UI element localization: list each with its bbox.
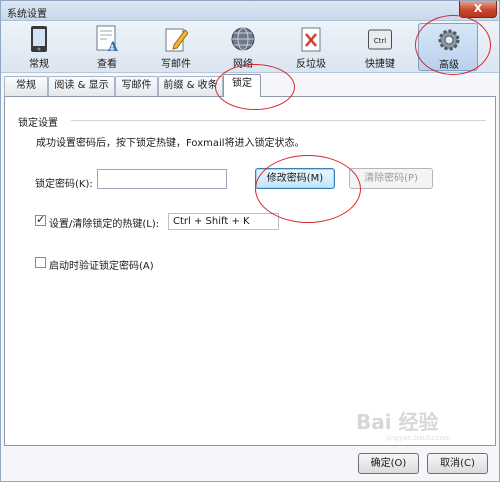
cancel-button[interactable]: 取消(C) bbox=[427, 453, 488, 474]
verify-on-start-label: 启动时验证锁定密码(A) bbox=[49, 261, 154, 272]
document-font-icon: A bbox=[96, 25, 119, 53]
hotkey-input[interactable]: Ctrl + Shift + K bbox=[168, 213, 279, 230]
close-button[interactable]: X bbox=[459, 1, 497, 18]
watermark-subtext: jingyan.baidu.com bbox=[385, 434, 451, 442]
toolbar-label: 反垃圾 bbox=[296, 59, 326, 70]
globe-icon bbox=[231, 27, 255, 51]
toolbar-item-compose[interactable]: 写邮件 bbox=[146, 23, 206, 71]
verify-on-start-checkbox[interactable] bbox=[35, 257, 46, 268]
annotation-circle-change-password bbox=[255, 155, 361, 223]
watermark-text: Bai 经验 bbox=[356, 410, 439, 434]
tab-compose[interactable]: 写邮件 bbox=[115, 76, 158, 96]
lock-info-text: 成功设置密码后，按下锁定热键，Foxmail将进入锁定状态。 bbox=[36, 138, 305, 149]
toolbar-label: 写邮件 bbox=[161, 59, 191, 70]
annotation-circle-advanced bbox=[415, 15, 491, 75]
clear-password-button[interactable]: 清除密码(P) bbox=[349, 168, 433, 189]
ctrl-key-text: Ctrl bbox=[374, 37, 387, 45]
toolbar-item-general[interactable]: 常规 bbox=[9, 23, 69, 71]
baidu-paw-logo: Bai 经验 jingyan.baidu.com bbox=[356, 410, 451, 442]
group-title: 锁定设置 bbox=[18, 118, 58, 129]
tab-read-display[interactable]: 阅读 & 显示 bbox=[48, 76, 115, 96]
tab-prefix-receipt[interactable]: 前缀 & 收条 bbox=[158, 76, 223, 96]
baidu-watermark: Bai 经验 jingyan.baidu.com bbox=[356, 403, 466, 443]
window-title: 系统设置 bbox=[7, 9, 47, 20]
group-divider bbox=[71, 120, 486, 121]
tab-strip: 常规 阅读 & 显示 写邮件 前缀 & 收条 锁定 bbox=[4, 74, 498, 97]
toolbar-label: 查看 bbox=[97, 59, 117, 70]
ctrl-key-icon: Ctrl bbox=[368, 29, 392, 50]
settings-window: 系统设置 X 常规 A 查看 写邮件 网络 反垃圾 Ctrl 快捷键 高级 常规… bbox=[0, 0, 500, 482]
trash-icon bbox=[301, 27, 321, 52]
svg-text:A: A bbox=[107, 40, 119, 53]
pencil-icon bbox=[165, 28, 188, 52]
tab-general[interactable]: 常规 bbox=[4, 76, 48, 96]
toolbar-item-shortcuts[interactable]: Ctrl 快捷键 bbox=[350, 23, 410, 71]
toolbar-label: 快捷键 bbox=[365, 59, 395, 70]
toolbar-item-view[interactable]: A 查看 bbox=[77, 23, 137, 71]
title-bar[interactable]: 系统设置 X bbox=[1, 1, 499, 21]
phone-icon bbox=[31, 26, 47, 52]
hotkey-checkbox-label: 设置/清除锁定的热键(L): bbox=[49, 219, 160, 230]
tab-lock[interactable]: 锁定 bbox=[223, 74, 261, 97]
password-label: 锁定密码(K): bbox=[35, 179, 93, 190]
toolbar-label: 常规 bbox=[29, 59, 49, 70]
toolbar-item-antispam[interactable]: 反垃圾 bbox=[281, 23, 341, 71]
ok-button[interactable]: 确定(O) bbox=[358, 453, 419, 474]
hotkey-checkbox[interactable] bbox=[35, 213, 46, 226]
password-input[interactable] bbox=[97, 169, 227, 189]
